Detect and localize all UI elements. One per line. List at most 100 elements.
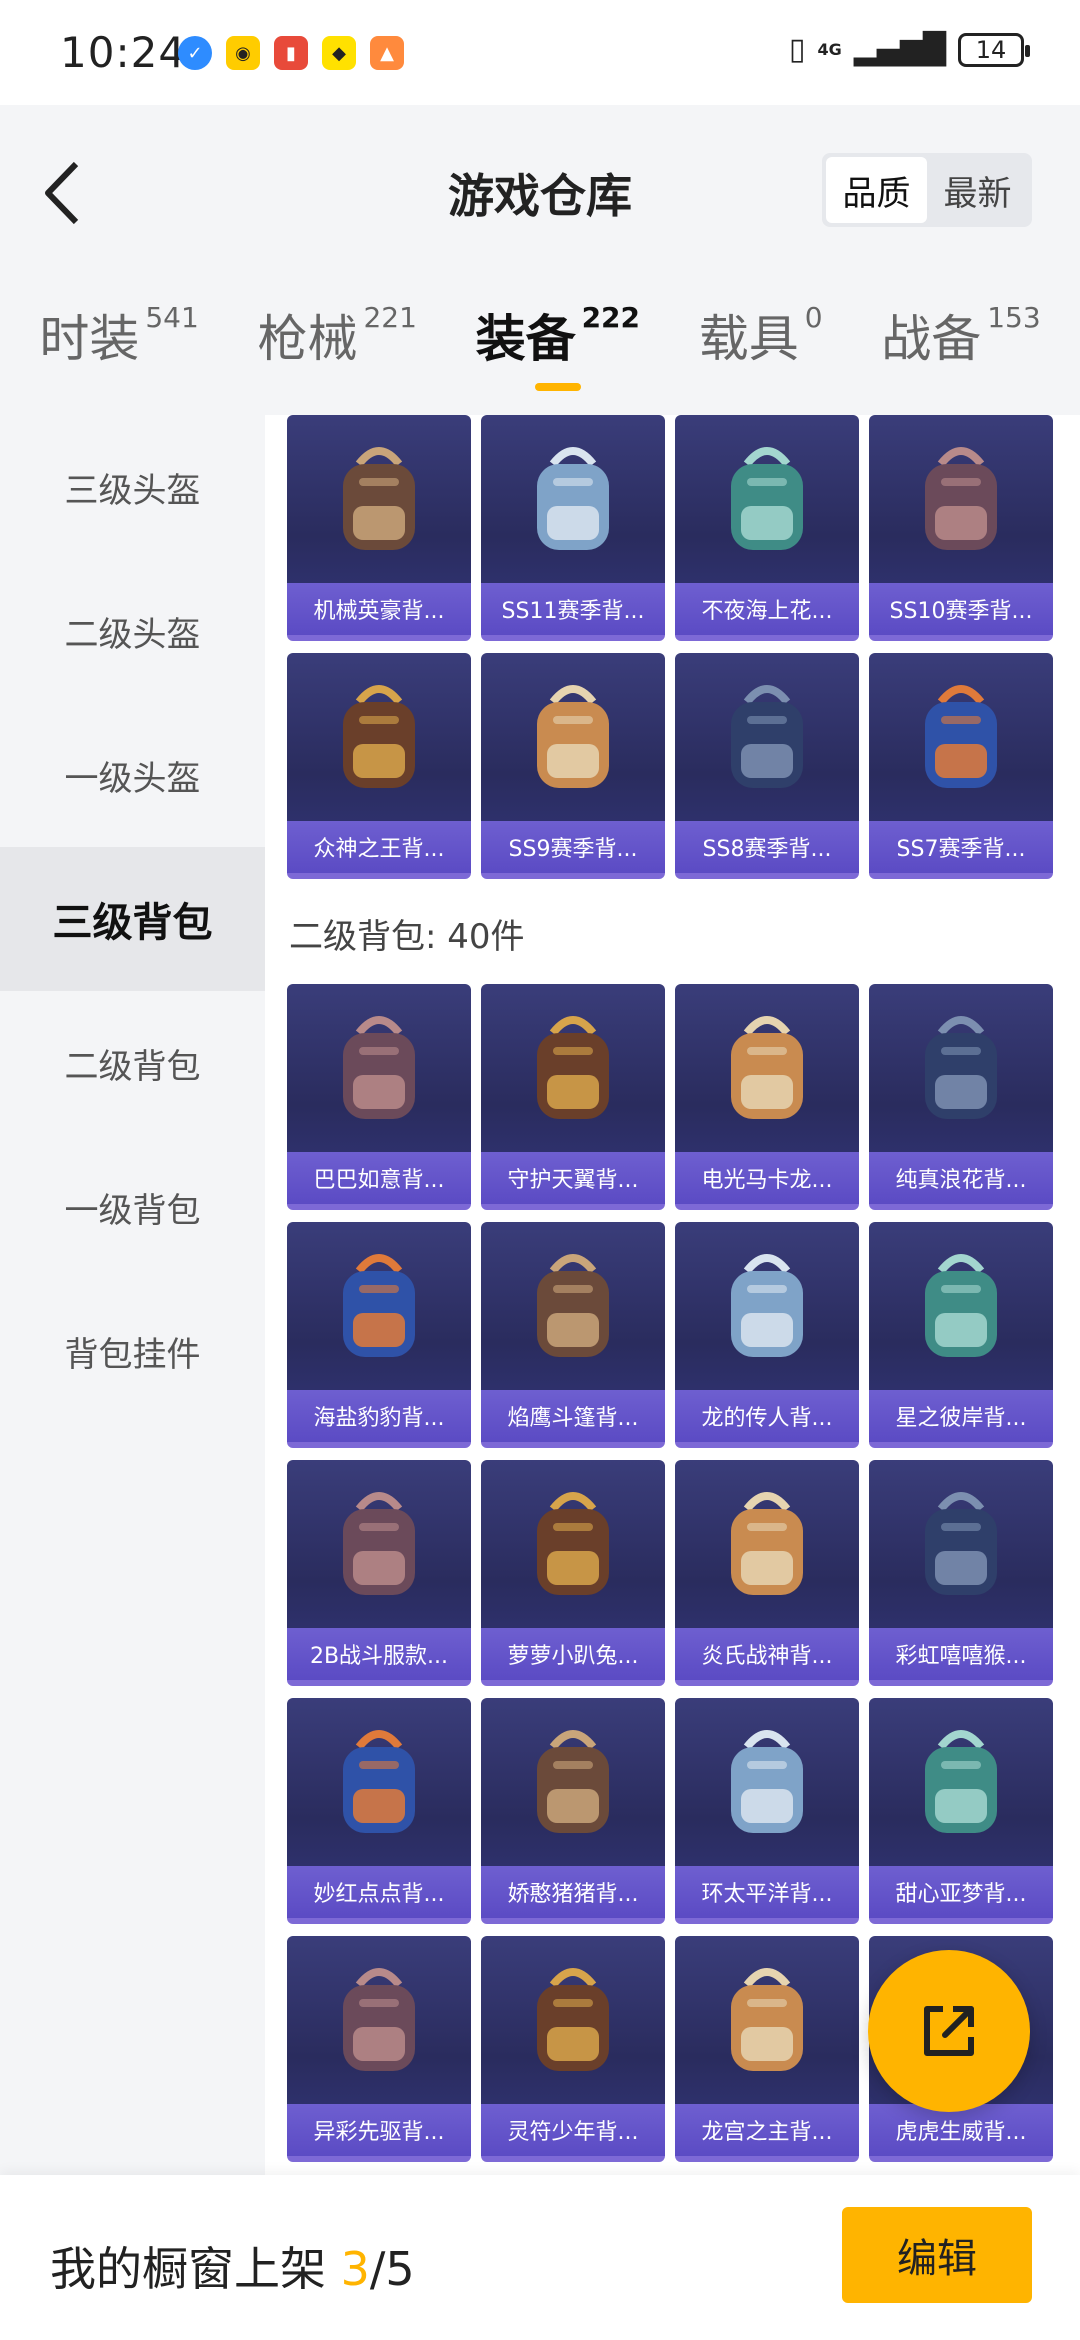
backpack-icon xyxy=(869,415,1053,583)
item-name-bar: 机械英豪背... xyxy=(287,583,471,635)
backpack-icon xyxy=(675,1698,859,1866)
backpack-icon xyxy=(675,415,859,583)
tab-vehicles[interactable]: 载具 0 xyxy=(699,299,823,391)
item-name: 妙红点点背... xyxy=(313,1882,445,1907)
sidebar-item-helmet-3[interactable]: 三级头盔 xyxy=(0,415,265,559)
backpack-icon xyxy=(287,415,471,583)
sort-newest-button[interactable]: 最新 xyxy=(927,157,1028,223)
tab-count: 153 xyxy=(987,301,1041,334)
item-name: 娇憨猪猪背... xyxy=(507,1882,639,1907)
item-name-bar: 守护天翼背... xyxy=(481,1152,665,1204)
item-name: 焰鹰斗篷背... xyxy=(507,1406,639,1431)
item-name-bar: 彩虹嘻嘻猴... xyxy=(869,1628,1053,1680)
item-card[interactable]: 机械英豪背... xyxy=(287,415,471,641)
item-name-bar: 异彩先驱背... xyxy=(287,2104,471,2156)
tab-label: 枪械 xyxy=(257,310,358,368)
status-bar: 10:24 ✓ ◉ ▮ ◆ ▲ ▯ 4G ▂▄▆█ 14 xyxy=(0,0,1080,105)
backpack-icon xyxy=(287,1698,471,1866)
tab-guns[interactable]: 枪械 221 xyxy=(257,299,416,391)
item-name: 彩虹嘻嘻猴... xyxy=(895,1644,1027,1669)
network-label: 4G xyxy=(817,39,842,59)
share-icon xyxy=(924,2006,974,2056)
item-name-bar: SS10赛季背... xyxy=(869,583,1053,635)
tab-fashion[interactable]: 时装 541 xyxy=(39,299,198,391)
item-card[interactable]: 众神之王背... xyxy=(287,653,471,879)
showcase-status: 我的橱窗上架 3/5 xyxy=(50,2233,415,2299)
item-name-bar: 众神之王背... xyxy=(287,821,471,873)
item-name: 巴巴如意背... xyxy=(313,1168,445,1193)
item-name: SS9赛季背... xyxy=(508,837,638,862)
item-name-bar: SS7赛季背... xyxy=(869,821,1053,873)
section-title: 二级背包: 40件 xyxy=(289,917,525,957)
item-card[interactable]: SS7赛季背... xyxy=(869,653,1053,879)
sidebar-item-helmet-2[interactable]: 二级头盔 xyxy=(0,559,265,703)
item-card[interactable]: 巴巴如意背... xyxy=(287,984,471,1210)
item-card[interactable]: 龙的传人背... xyxy=(675,1222,859,1448)
sidebar-item-backpack-3[interactable]: 三级背包 xyxy=(0,847,265,991)
battery-icon: 14 xyxy=(958,32,1030,67)
item-name: 2B战斗服款... xyxy=(309,1644,449,1669)
item-card[interactable]: SS9赛季背... xyxy=(481,653,665,879)
item-card[interactable]: 海盐豹豹背... xyxy=(287,1222,471,1448)
item-card[interactable]: 不夜海上花... xyxy=(675,415,859,641)
item-name-bar: 环太平洋背... xyxy=(675,1866,859,1918)
backpack-icon xyxy=(287,653,471,821)
item-card[interactable]: 龙宫之主背... xyxy=(675,1936,859,2162)
item-card[interactable]: 萝萝小趴兔... xyxy=(481,1460,665,1686)
item-name-bar: 娇憨猪猪背... xyxy=(481,1866,665,1918)
item-card[interactable]: 娇憨猪猪背... xyxy=(481,1698,665,1924)
item-card[interactable]: 异彩先驱背... xyxy=(287,1936,471,2162)
tab-label: 战备 xyxy=(881,310,982,368)
item-card[interactable]: 甜心亚梦背... xyxy=(869,1698,1053,1924)
backpack-icon xyxy=(287,984,471,1152)
item-list: 机械英豪背... SS11赛季背... 不夜海上花... SS10赛季背... 众神之王… xyxy=(265,415,1080,2175)
item-card[interactable]: 焰鹰斗篷背... xyxy=(481,1222,665,1448)
sort-toggle: 品质 最新 xyxy=(822,153,1032,227)
sidebar-item-backpack-1[interactable]: 一级背包 xyxy=(0,1135,265,1279)
item-name: SS8赛季背... xyxy=(702,837,832,862)
backpack-icon xyxy=(675,984,859,1152)
item-name-bar: 虎虎生威背... xyxy=(869,2104,1053,2156)
item-card[interactable]: 守护天翼背... xyxy=(481,984,665,1210)
backpack-icon xyxy=(481,984,665,1152)
bottom-bar: 我的橱窗上架 3/5 编辑 xyxy=(0,2175,1080,2340)
share-button[interactable] xyxy=(868,1950,1030,2112)
item-name-bar: 不夜海上花... xyxy=(675,583,859,635)
item-card[interactable]: 电光马卡龙... xyxy=(675,984,859,1210)
backpack-icon xyxy=(481,1936,665,2104)
app-icon: ◆ xyxy=(322,36,356,70)
item-card[interactable]: 灵符少年背... xyxy=(481,1936,665,2162)
item-card[interactable]: 炎氏战神背... xyxy=(675,1460,859,1686)
item-card[interactable]: 星之彼岸背... xyxy=(869,1222,1053,1448)
tab-count: 0 xyxy=(804,301,823,334)
status-right: ▯ 4G ▂▄▆█ 14 xyxy=(789,32,1030,67)
tab-battle-gear[interactable]: 战备 153 xyxy=(881,299,1040,391)
edit-button[interactable]: 编辑 xyxy=(842,2207,1032,2303)
backpack-icon xyxy=(287,1460,471,1628)
item-card[interactable]: 妙红点点背... xyxy=(287,1698,471,1924)
sidebar-item-backpack-2[interactable]: 二级背包 xyxy=(0,991,265,1135)
item-name: 异彩先驱背... xyxy=(313,2120,445,2145)
item-name-bar: 纯真浪花背... xyxy=(869,1152,1053,1204)
item-card[interactable]: SS8赛季背... xyxy=(675,653,859,879)
item-card[interactable]: 环太平洋背... xyxy=(675,1698,859,1924)
backpack-icon xyxy=(869,653,1053,821)
item-name: SS11赛季背... xyxy=(501,599,645,624)
item-card[interactable]: 2B战斗服款... xyxy=(287,1460,471,1686)
sidebar-item-helmet-1[interactable]: 一级头盔 xyxy=(0,703,265,847)
backpack-icon xyxy=(675,1460,859,1628)
item-card[interactable]: SS10赛季背... xyxy=(869,415,1053,641)
item-name: 不夜海上花... xyxy=(701,599,833,624)
item-card[interactable]: SS11赛季背... xyxy=(481,415,665,641)
backpack-icon xyxy=(869,1460,1053,1628)
tab-label: 装备 xyxy=(475,310,576,368)
sort-quality-button[interactable]: 品质 xyxy=(826,157,927,223)
app-icon: ◉ xyxy=(226,36,260,70)
item-name-bar: 妙红点点背... xyxy=(287,1866,471,1918)
sidebar-item-backpack-charm[interactable]: 背包挂件 xyxy=(0,1279,265,1423)
item-card[interactable]: 彩虹嘻嘻猴... xyxy=(869,1460,1053,1686)
tab-equipment[interactable]: 装备 222 xyxy=(476,299,640,391)
status-app-icons: ✓ ◉ ▮ ◆ ▲ xyxy=(178,36,404,70)
backpack-icon xyxy=(481,1222,665,1390)
item-card[interactable]: 纯真浪花背... xyxy=(869,984,1053,1210)
